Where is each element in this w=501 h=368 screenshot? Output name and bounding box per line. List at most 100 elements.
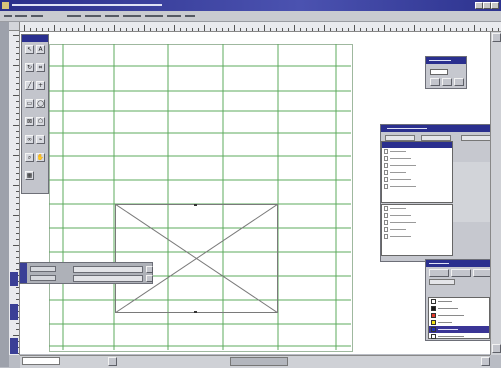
color-list-item[interactable] — [429, 319, 489, 326]
master-page-item[interactable] — [382, 148, 452, 155]
master-page-item[interactable] — [382, 155, 452, 162]
text-tool-icon[interactable]: A — [36, 45, 45, 54]
page-icon — [384, 177, 388, 182]
document-page-item[interactable] — [382, 212, 452, 219]
color-swatch — [431, 299, 436, 304]
line-tool-icon[interactable]: ╱ — [25, 81, 34, 90]
color-list-item[interactable] — [429, 298, 489, 305]
page-item-label — [390, 208, 406, 209]
page-item-label — [390, 222, 416, 223]
measurements-palette — [19, 262, 153, 284]
tool-glyph: ↻ — [26, 63, 33, 71]
page-item-label — [390, 151, 406, 152]
polygon-tool-icon[interactable]: ⬠ — [36, 117, 45, 126]
side-marker[interactable] — [10, 272, 18, 286]
scroll-left-arrow[interactable] — [108, 357, 117, 366]
picture-box-handle[interactable] — [194, 311, 197, 313]
color-swatch — [431, 320, 436, 325]
page-icon — [384, 227, 388, 232]
measurements-palette-handle[interactable] — [20, 263, 27, 283]
colors-title-bar[interactable] — [426, 260, 495, 267]
colors-tab[interactable] — [429, 269, 449, 277]
page-icon — [384, 220, 388, 225]
color-list-item[interactable] — [429, 333, 489, 340]
small-palette-title-bar[interactable] — [426, 57, 466, 64]
master-page-item[interactable] — [382, 183, 452, 190]
side-marker[interactable] — [10, 338, 18, 354]
color-name — [438, 322, 452, 323]
tool-glyph: ✋ — [36, 153, 45, 161]
color-swatch — [431, 306, 436, 311]
master-page-item[interactable] — [382, 176, 452, 183]
measurements-dropdown-lower[interactable] — [73, 275, 143, 282]
picture-box-handle[interactable] — [194, 204, 197, 206]
horizontal-scrollbar[interactable] — [20, 355, 490, 368]
oval-tool-icon[interactable]: ◯ — [36, 99, 45, 108]
small-palette-title — [429, 60, 451, 61]
document-page-item[interactable] — [382, 219, 452, 226]
document-layout-title-bar[interactable] — [381, 125, 500, 132]
page-item-label — [390, 179, 411, 180]
horizontal-scroll-thumb[interactable] — [230, 357, 288, 366]
color-swatch — [431, 313, 436, 318]
link-tool-icon[interactable]: ∞ — [25, 135, 34, 144]
document-layout-title — [387, 128, 427, 129]
master-pages-list — [381, 141, 453, 203]
page-icon — [384, 213, 388, 218]
small-palette-button[interactable] — [442, 78, 452, 86]
colors-shade-field[interactable] — [429, 279, 455, 285]
unlink-tool-icon[interactable]: ⌁ — [36, 135, 45, 144]
tool-palette: ↖ A ↻ ⌗ ╱ + ▭ ◯ ⊠ ⬠ ∞ ⌁ ⌕ ✋ ▦ — [21, 34, 49, 194]
master-page-item[interactable] — [382, 169, 452, 176]
measurements-field[interactable] — [30, 275, 56, 281]
measurements-button[interactable] — [146, 275, 153, 282]
small-palette — [425, 56, 467, 89]
scroll-down-arrow[interactable] — [492, 344, 501, 353]
orthogonal-line-icon[interactable]: + — [36, 81, 45, 90]
page-indicator-field[interactable] — [22, 357, 60, 365]
hand-tool-icon[interactable]: ✋ — [36, 153, 45, 162]
table-tool-icon[interactable]: ▦ — [25, 171, 34, 180]
page-item-label — [390, 165, 416, 166]
tool-glyph: ╱ — [27, 81, 32, 89]
document-page-item[interactable] — [382, 226, 452, 233]
side-marker[interactable] — [10, 304, 18, 320]
zoom-tool-icon[interactable]: ⌕ — [25, 153, 34, 162]
colors-tab[interactable] — [451, 269, 471, 277]
tool-palette-title-bar[interactable] — [22, 35, 48, 42]
colors-list — [428, 297, 490, 339]
picture-box-icon[interactable]: ⊠ — [25, 117, 34, 126]
small-palette-button[interactable] — [454, 78, 464, 86]
scroll-up-arrow[interactable] — [492, 33, 501, 42]
rotate-tool-icon[interactable]: ↻ — [25, 63, 34, 72]
tool-glyph: ↖ — [26, 45, 33, 53]
document-page-item[interactable] — [382, 205, 452, 212]
crop-tool-icon[interactable]: ⌗ — [36, 63, 45, 72]
color-swatch — [431, 334, 436, 339]
vertical-scrollbar[interactable] — [490, 32, 501, 355]
tool-glyph: ∞ — [27, 135, 32, 143]
scroll-right-arrow[interactable] — [481, 357, 490, 366]
measurements-button[interactable] — [146, 266, 153, 273]
small-palette-button[interactable] — [430, 78, 440, 86]
tool-glyph: ⌕ — [27, 153, 32, 161]
small-palette-field[interactable] — [430, 69, 448, 75]
measurements-dropdown[interactable] — [73, 266, 143, 273]
page-item-label — [390, 236, 411, 237]
color-list-item[interactable] — [429, 312, 489, 319]
color-swatch — [431, 327, 436, 332]
colors-palette — [425, 259, 496, 341]
document-page-item[interactable] — [382, 233, 452, 240]
page-item-label — [390, 172, 406, 173]
arrow-pointer-icon[interactable]: ↖ — [25, 45, 34, 54]
measurements-field[interactable] — [30, 266, 56, 272]
tool-glyph: ▦ — [26, 171, 33, 179]
box-tool-icon[interactable]: ▭ — [25, 99, 34, 108]
picture-box[interactable] — [115, 204, 278, 313]
color-list-item[interactable] — [429, 305, 489, 312]
page-icon — [384, 170, 388, 175]
master-page-item[interactable] — [382, 162, 452, 169]
color-list-item[interactable] — [429, 326, 489, 333]
tool-glyph: ◯ — [37, 99, 44, 107]
document-pages-list — [381, 204, 453, 256]
